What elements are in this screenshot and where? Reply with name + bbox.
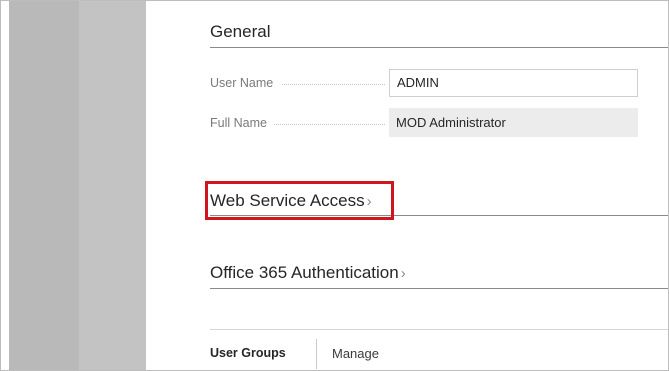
user-groups-divider: [210, 329, 668, 330]
highlight-box: [205, 181, 394, 220]
full-name-label: Full Name: [210, 116, 267, 130]
tab-separator: [316, 339, 317, 369]
sidebar-strip-outer: [9, 1, 79, 370]
full-name-field[interactable]: MOD Administrator: [389, 108, 638, 137]
user-name-leader-dots: [282, 84, 385, 85]
user-groups-tab[interactable]: User Groups: [210, 346, 286, 360]
general-section-title[interactable]: General: [210, 22, 270, 42]
chevron-right-icon: ›: [400, 265, 406, 282]
page-frame: General User Name ADMIN Full Name MOD Ad…: [0, 0, 669, 371]
user-name-label: User Name: [210, 76, 274, 90]
user-card-panel: General User Name ADMIN Full Name MOD Ad…: [146, 1, 668, 370]
office365-auth-header[interactable]: Office 365 Authentication ›: [210, 263, 406, 283]
manage-action[interactable]: Manage: [332, 346, 379, 361]
user-name-input[interactable]: ADMIN: [389, 69, 638, 97]
office365-auth-divider: [210, 288, 668, 289]
full-name-leader-dots: [274, 124, 385, 125]
sidebar-strip-inner: [79, 1, 146, 370]
office365-auth-title: Office 365 Authentication: [210, 263, 399, 282]
general-section-divider: [210, 47, 668, 48]
